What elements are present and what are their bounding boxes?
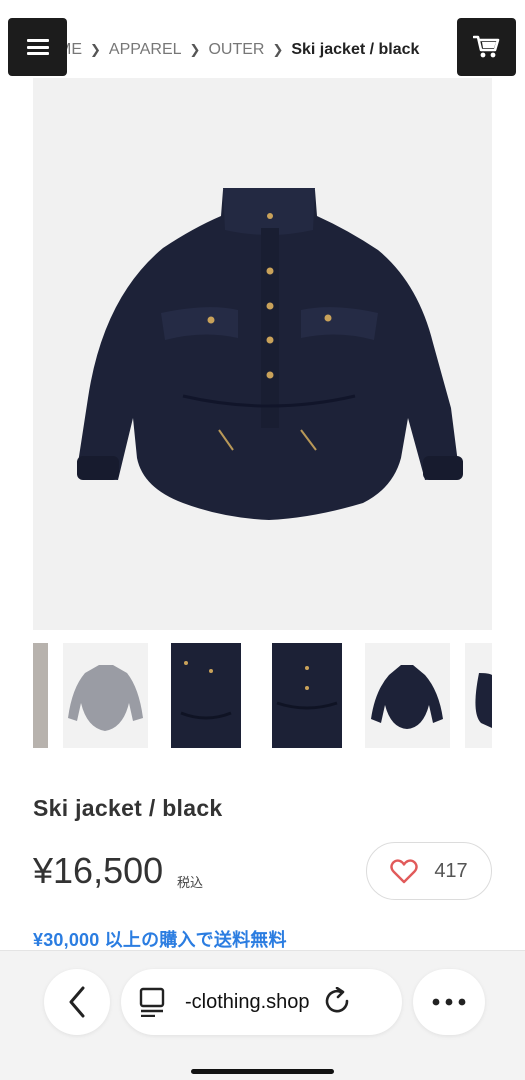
product-title: Ski jacket / black (33, 795, 223, 821)
thumbnail-4[interactable] (365, 643, 450, 748)
product-price: ¥16,500 (33, 850, 164, 891)
browser-toolbar: -clothing.shop (0, 950, 525, 1080)
shopping-cart-icon (472, 35, 499, 58)
chevron-left-icon (69, 986, 85, 1018)
breadcrumb-apparel[interactable]: APPAREL (109, 41, 182, 59)
favorite-count: 417 (434, 859, 468, 882)
chevron-right-icon: ❯ (90, 42, 101, 57)
url-text: -clothing.shop (185, 990, 310, 1013)
back-button[interactable] (44, 969, 110, 1035)
menu-button[interactable] (8, 18, 67, 76)
cart-button[interactable] (457, 18, 516, 76)
thumbnail-0[interactable] (33, 643, 48, 748)
product-main-image[interactable] (33, 78, 492, 630)
favorite-button[interactable]: 417 (366, 842, 492, 900)
heart-icon (390, 858, 419, 883)
thumbnail-5[interactable] (465, 643, 492, 748)
home-indicator (191, 1069, 334, 1074)
chevron-right-icon: ❯ (272, 42, 284, 57)
free-shipping-link[interactable]: ¥30,000 以上の購入で送料無料 (33, 926, 287, 952)
breadcrumb: ME ❯ APPAREL ❯ OUTER ❯ Ski jacket / blac… (58, 40, 419, 60)
thumbnail-1[interactable] (63, 643, 148, 748)
chevron-right-icon: ❯ (189, 42, 201, 57)
address-bar[interactable]: -clothing.shop (121, 969, 402, 1035)
hamburger-menu-icon (26, 39, 49, 55)
thumbnail-2[interactable] (171, 643, 241, 748)
breadcrumb-outer[interactable]: OUTER (208, 41, 264, 59)
more-options-button[interactable] (413, 969, 485, 1035)
tax-label: 税込 (177, 875, 204, 890)
thumbnail-strip (33, 643, 492, 748)
breadcrumb-current: Ski jacket / black (291, 41, 420, 58)
more-dots-icon (432, 998, 466, 1006)
tabs-icon (139, 987, 165, 1017)
thumbnail-3[interactable] (272, 643, 342, 748)
reload-icon[interactable] (324, 987, 352, 1017)
jacket-image (33, 78, 492, 630)
